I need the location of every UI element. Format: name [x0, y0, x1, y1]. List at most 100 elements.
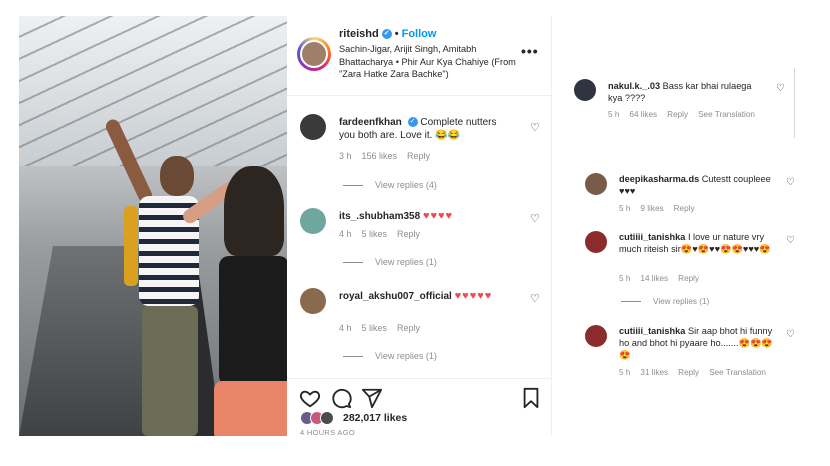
view-replies-button[interactable]: View replies (4): [343, 180, 437, 190]
comment-item: royal_akshu007_official ♥♥♥♥♥ 4 h 5 likes…: [287, 288, 552, 368]
comment-meta: 5 h 14 likes Reply: [619, 274, 709, 283]
commenter-username[interactable]: fardeenfkhan: [339, 117, 402, 128]
man-head: [160, 156, 194, 196]
comment-text: ♥♥♥♥♥: [454, 290, 493, 302]
reply-button[interactable]: Reply: [407, 151, 430, 161]
comment-icon[interactable]: [330, 387, 352, 409]
follow-button[interactable]: Follow: [402, 28, 437, 40]
comment-time[interactable]: 4 h: [339, 323, 352, 333]
reply-item: cutiiii_tanishka I love ur nature vry mu…: [575, 231, 801, 311]
commenter-avatar[interactable]: [585, 173, 607, 195]
view-replies-label: View replies (1): [375, 257, 437, 267]
post-header: riteishd ✓ • Follow Sachin-Jigar, Arijit Si…: [287, 16, 552, 96]
man-dancing: [103, 117, 209, 436]
view-replies-label: View replies (1): [653, 297, 710, 306]
comment-body: cutiiii_tanishka Sir aap bhot hi funny h…: [619, 325, 779, 361]
comment-likes[interactable]: 5 likes: [362, 323, 388, 333]
reply-button[interactable]: Reply: [667, 110, 688, 119]
comment-likes[interactable]: 64 likes: [629, 110, 657, 119]
comment-meta: 5 h 31 likes Reply See Translation: [619, 368, 776, 377]
see-translation-link[interactable]: See Translation: [709, 368, 766, 377]
save-bookmark-icon[interactable]: [520, 387, 542, 409]
comment-like-heart-icon[interactable]: ♡: [786, 177, 795, 188]
reply-button[interactable]: Reply: [678, 274, 699, 283]
comment-body: royal_akshu007_official ♥♥♥♥♥: [339, 290, 514, 303]
comment-likes[interactable]: 31 likes: [640, 368, 668, 377]
commenter-avatar[interactable]: [574, 79, 596, 101]
comment-meta: 4 h 5 likes Reply: [339, 323, 430, 333]
comment-time[interactable]: 5 h: [608, 110, 619, 119]
comment-like-heart-icon[interactable]: ♡: [776, 83, 785, 94]
reply-button[interactable]: Reply: [397, 323, 420, 333]
like-heart-icon[interactable]: [299, 387, 321, 409]
comment-like-heart-icon[interactable]: ♡: [530, 121, 540, 134]
comment-meta: 5 h 9 likes Reply: [619, 204, 705, 213]
commenter-avatar[interactable]: [585, 231, 607, 253]
reply-button[interactable]: Reply: [397, 229, 420, 239]
post-panel: riteishd ✓ • Follow Sachin-Jigar, Arijit Si…: [287, 16, 552, 437]
commenter-username[interactable]: its_.shubham358: [339, 211, 420, 222]
post-timestamp: 4 HOURS AGO: [300, 428, 355, 437]
view-replies-label: View replies (1): [375, 351, 437, 361]
liker-avatar: [320, 411, 334, 425]
author-username[interactable]: riteishd: [339, 28, 379, 40]
comment-time[interactable]: 5 h: [619, 368, 630, 377]
comment-time[interactable]: 5 h: [619, 274, 630, 283]
yellow-bag: [124, 206, 138, 286]
share-icon[interactable]: [361, 387, 383, 409]
commenter-avatar[interactable]: [585, 325, 607, 347]
post-video[interactable]: [19, 16, 287, 436]
comment-body: cutiiii_tanishka I love ur nature vry mu…: [619, 231, 779, 255]
view-replies-button[interactable]: View replies (1): [621, 297, 709, 306]
comment-likes[interactable]: 14 likes: [640, 274, 668, 283]
commenter-username[interactable]: cutiiii_tanishka: [619, 232, 685, 242]
verified-badge-icon: ✓: [407, 117, 418, 128]
likes-count[interactable]: 282,017 likes: [343, 412, 407, 424]
post-author: riteishd ✓ • Follow: [339, 28, 436, 40]
commenter-username[interactable]: nakul.k._.03: [608, 81, 660, 91]
view-replies-button[interactable]: View replies (1): [343, 351, 437, 361]
view-replies-button[interactable]: View replies (1): [343, 257, 437, 267]
reply-item: deepikasharma.ds Cutestt coupleee ♥♥♥ 5 …: [575, 173, 801, 218]
commenter-avatar[interactable]: [300, 208, 326, 234]
comment-meta: 3 h 156 likes Reply: [339, 151, 440, 161]
comment-meta: 4 h 5 likes Reply: [339, 229, 430, 239]
see-translation-link[interactable]: See Translation: [698, 110, 755, 119]
commenter-username[interactable]: royal_akshu007_official: [339, 291, 452, 302]
separator-dot: •: [394, 28, 399, 40]
reply-button[interactable]: Reply: [678, 368, 699, 377]
verified-badge-icon: ✓: [381, 29, 392, 40]
comment-like-heart-icon[interactable]: ♡: [786, 235, 795, 246]
comment-like-heart-icon[interactable]: ♡: [786, 329, 795, 340]
audio-track-link[interactable]: Sachin-Jigar, Arijit Singh, Amitabh Bhat…: [339, 43, 519, 81]
replies-thread: deepikasharma.ds Cutestt coupleee ♥♥♥ 5 …: [575, 163, 801, 403]
comment-likes[interactable]: 9 likes: [640, 204, 663, 213]
woman-foreground: [180, 166, 287, 436]
commenter-username[interactable]: deepikasharma.ds: [619, 174, 699, 184]
comment-like-heart-icon[interactable]: ♡: [530, 292, 540, 305]
comment-body: its_.shubham358 ♥♥♥♥: [339, 210, 514, 223]
comment-body: deepikasharma.ds Cutestt coupleee ♥♥♥: [619, 173, 779, 197]
post-actions: 282,017 likes 4 HOURS AGO: [287, 378, 552, 437]
replies-divider: [621, 301, 641, 303]
woman-hair: [224, 166, 284, 256]
reply-item: cutiiii_tanishka Sir aap bhot hi funny h…: [575, 325, 801, 385]
replies-divider: [343, 185, 363, 187]
more-options-icon[interactable]: •••: [521, 43, 539, 59]
reply-button[interactable]: Reply: [674, 204, 695, 213]
replies-divider: [343, 356, 363, 358]
comment-time[interactable]: 4 h: [339, 229, 352, 239]
comment-item: its_.shubham358 ♥♥♥♥ 4 h 5 likes Reply ♡ V…: [287, 208, 552, 278]
commenter-username[interactable]: cutiiii_tanishka: [619, 326, 685, 336]
story-ring[interactable]: [297, 37, 331, 71]
replies-divider: [343, 262, 363, 264]
comment-time[interactable]: 3 h: [339, 151, 352, 161]
comment-likes[interactable]: 5 likes: [362, 229, 388, 239]
comment-time[interactable]: 5 h: [619, 204, 630, 213]
comment-likes[interactable]: 156 likes: [362, 151, 398, 161]
commenter-avatar[interactable]: [300, 114, 326, 140]
comment-like-heart-icon[interactable]: ♡: [530, 212, 540, 225]
commenter-avatar[interactable]: [300, 288, 326, 314]
avatar[interactable]: [300, 40, 328, 68]
comment-body: nakul.k._.03 Bass kar bhai rulaega kya ?…: [608, 80, 768, 104]
